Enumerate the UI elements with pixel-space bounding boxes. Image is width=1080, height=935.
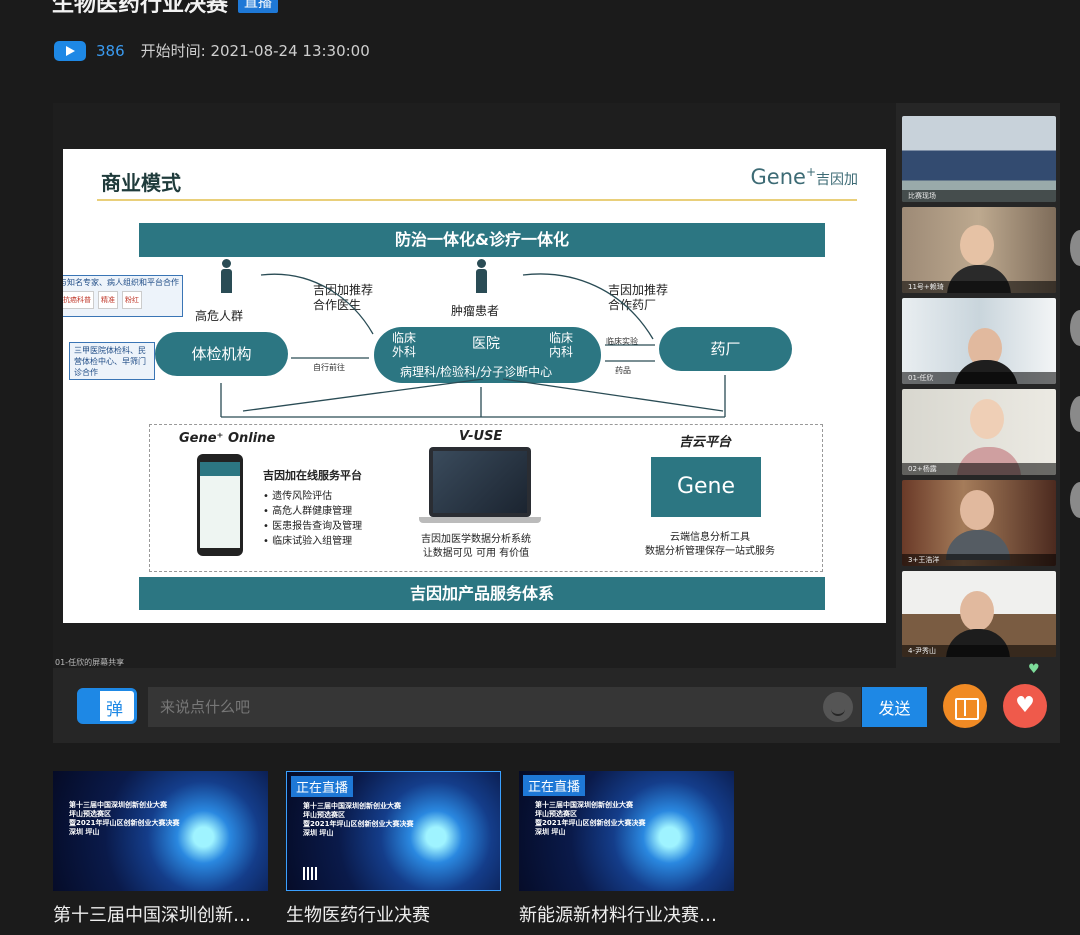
playing-bars-icon — [303, 867, 319, 880]
live-now-badge: 正在直播 — [523, 775, 586, 796]
participant-name: 02+杨露 — [902, 463, 1056, 475]
live-badge: 直播 — [238, 0, 279, 13]
poster-text: 第十三届中国深圳创新创业大赛 坪山预选赛区 暨2021年坪山区创新创业大赛决赛 … — [69, 801, 179, 837]
screen-share-label: 01-任欣的屏幕共享 — [55, 658, 125, 667]
danmaku-label: 弹 — [106, 700, 123, 720]
presentation-slide: 商业模式 Gene+吉因加 防治一体化&诊疗一体化 与知名专家、病人组织和平台合… — [63, 149, 886, 623]
view-count: 386 — [96, 41, 125, 60]
stream-title[interactable]: 新能源新材料行业决赛… — [519, 901, 734, 927]
participant-face — [960, 225, 994, 265]
list-item: 临床试验入组管理 — [263, 534, 362, 549]
stream-meta: 386 开始时间: 2021-08-24 13:30:00 — [54, 40, 370, 61]
online-feature-list: 遗传风险评估 高危人群健康管理 医患报告查询及管理 临床试验入组管理 — [263, 489, 362, 549]
participant-name: 比赛现场 — [902, 190, 1056, 202]
cloud-logo: Gene — [651, 457, 761, 517]
stream-title[interactable]: 第十三届中国深圳创新… — [53, 901, 268, 927]
participant-name: 3+王浩洋 — [902, 554, 1056, 566]
poster-line: 坪山预选赛区 — [303, 811, 345, 819]
poster-line: 深圳 坪山 — [303, 829, 334, 837]
recommended-stream-card[interactable]: 第十三届中国深圳创新创业大赛 坪山预选赛区 暨2021年坪山区创新创业大赛决赛 … — [53, 771, 268, 927]
poster-line: 第十三届中国深圳创新创业大赛 — [303, 802, 401, 810]
start-time: 开始时间: 2021-08-24 13:30:00 — [140, 42, 370, 60]
list-item: 高危人群健康管理 — [263, 504, 362, 519]
list-item: 医患报告查询及管理 — [263, 519, 362, 534]
side-avatars — [1060, 160, 1080, 540]
poster-line: 暨2021年坪山区创新创业大赛决赛 — [303, 820, 414, 828]
poster-line: 暨2021年坪山区创新创业大赛决赛 — [69, 819, 180, 827]
stream-title: 生物医药行业决赛 — [52, 0, 229, 17]
participant-face — [960, 490, 994, 530]
participant-face — [960, 591, 994, 631]
stream-header: 生物医药行业决赛 直播 — [52, 0, 279, 18]
comment-input[interactable] — [148, 687, 861, 727]
laptop-base — [419, 517, 541, 523]
phone-illustration — [197, 454, 243, 556]
participant-name: 4-尹秀山 — [902, 645, 1056, 657]
poster-line: 深圳 坪山 — [69, 828, 100, 836]
poster-line: 第十三届中国深圳创新创业大赛 — [535, 801, 633, 809]
stream-poster[interactable]: 第十三届中国深圳创新创业大赛 坪山预选赛区 暨2021年坪山区创新创业大赛决赛 … — [286, 771, 501, 891]
participant-tile[interactable]: 比赛现场 — [902, 116, 1056, 202]
send-button[interactable]: 发送 — [862, 687, 927, 727]
screen-share-area[interactable]: 商业模式 Gene+吉因加 防治一体化&诊疗一体化 与知名专家、病人组织和平台合… — [53, 103, 896, 668]
poster-line: 暨2021年坪山区创新创业大赛决赛 — [535, 819, 646, 827]
poster-line: 第十三届中国深圳创新创业大赛 — [69, 801, 167, 809]
cloud-desc: 云端信息分析工具 数据分析管理保存一站式服务 — [645, 532, 775, 557]
poster-line: 深圳 坪山 — [535, 828, 566, 836]
emoji-icon[interactable] — [823, 692, 853, 722]
floating-heart-icon: ♥ — [1028, 662, 1040, 677]
recommended-streams: 第十三届中国深圳创新创业大赛 坪山预选赛区 暨2021年坪山区创新创业大赛决赛 … — [53, 771, 734, 927]
live-now-badge: 正在直播 — [291, 776, 354, 797]
gift-icon[interactable] — [943, 684, 987, 728]
recommended-stream-card[interactable]: 第十三届中国深圳创新创业大赛 坪山预选赛区 暨2021年坪山区创新创业大赛决赛 … — [286, 771, 501, 927]
avatar[interactable] — [1070, 230, 1080, 266]
recommended-stream-card[interactable]: 第十三届中国深圳创新创业大赛 坪山预选赛区 暨2021年坪山区创新创业大赛决赛 … — [519, 771, 734, 927]
stream-poster[interactable]: 第十三届中国深圳创新创业大赛 坪山预选赛区 暨2021年坪山区创新创业大赛决赛 … — [519, 771, 734, 891]
participant-tile[interactable]: 4-尹秀山 — [902, 571, 1056, 657]
poster-line: 坪山预选赛区 — [535, 810, 577, 818]
stream-poster[interactable]: 第十三届中国深圳创新创业大赛 坪山预选赛区 暨2021年坪山区创新创业大赛决赛 … — [53, 771, 268, 891]
poster-line: 坪山预选赛区 — [69, 810, 111, 818]
online-subtitle: 吉因加在线服务平台 — [263, 469, 362, 482]
live-stream-page: 生物医药行业决赛 直播 386 开始时间: 2021-08-24 13:30:0… — [0, 0, 1080, 935]
participant-tile[interactable]: 02+杨露 — [902, 389, 1056, 475]
avatar[interactable] — [1070, 396, 1080, 432]
video-player[interactable]: 商业模式 Gene+吉因加 防治一体化&诊疗一体化 与知名专家、病人组织和平台合… — [53, 103, 1060, 743]
list-item: 遗传风险评估 — [263, 489, 362, 504]
poster-text: 第十三届中国深圳创新创业大赛 坪山预选赛区 暨2021年坪山区创新创业大赛决赛 … — [535, 801, 645, 837]
avatar[interactable] — [1070, 310, 1080, 346]
participant-name: 01-任欣 — [902, 372, 1056, 384]
participant-tile[interactable]: 3+王浩洋 — [902, 480, 1056, 566]
avatar[interactable] — [1070, 482, 1080, 518]
poster-text: 第十三届中国深圳创新创业大赛 坪山预选赛区 暨2021年坪山区创新创业大赛决赛 … — [303, 802, 413, 838]
online-title: Gene⁺ Online — [179, 431, 276, 446]
vuse-title: V-USE — [459, 429, 503, 444]
participant-tile[interactable]: 01-任欣 — [902, 298, 1056, 384]
slide-band-bottom: 吉因加产品服务体系 — [139, 577, 825, 610]
play-icon — [54, 40, 86, 61]
like-icon[interactable]: ♥ — [1003, 684, 1047, 728]
participant-tile[interactable]: 11号+赖琦 — [902, 207, 1056, 293]
participant-name: 11号+赖琦 — [902, 281, 1056, 293]
participant-face — [970, 399, 1004, 439]
danmaku-toggle[interactable]: 弹 — [77, 688, 137, 724]
stream-title[interactable]: 生物医药行业决赛 — [286, 901, 501, 927]
cloud-title: 吉云平台 — [679, 435, 732, 450]
participant-gallery: 比赛现场 11号+赖琦 01-任欣 02+杨露 3+王浩洋 4-尹秀山 — [902, 116, 1056, 662]
laptop-illustration — [429, 447, 531, 517]
chat-bar: 弹 发送 ♥ ♥ — [53, 662, 1060, 743]
vuse-desc: 吉因加医学数据分析系统 让数据可见 可用 有价值 — [421, 534, 531, 559]
